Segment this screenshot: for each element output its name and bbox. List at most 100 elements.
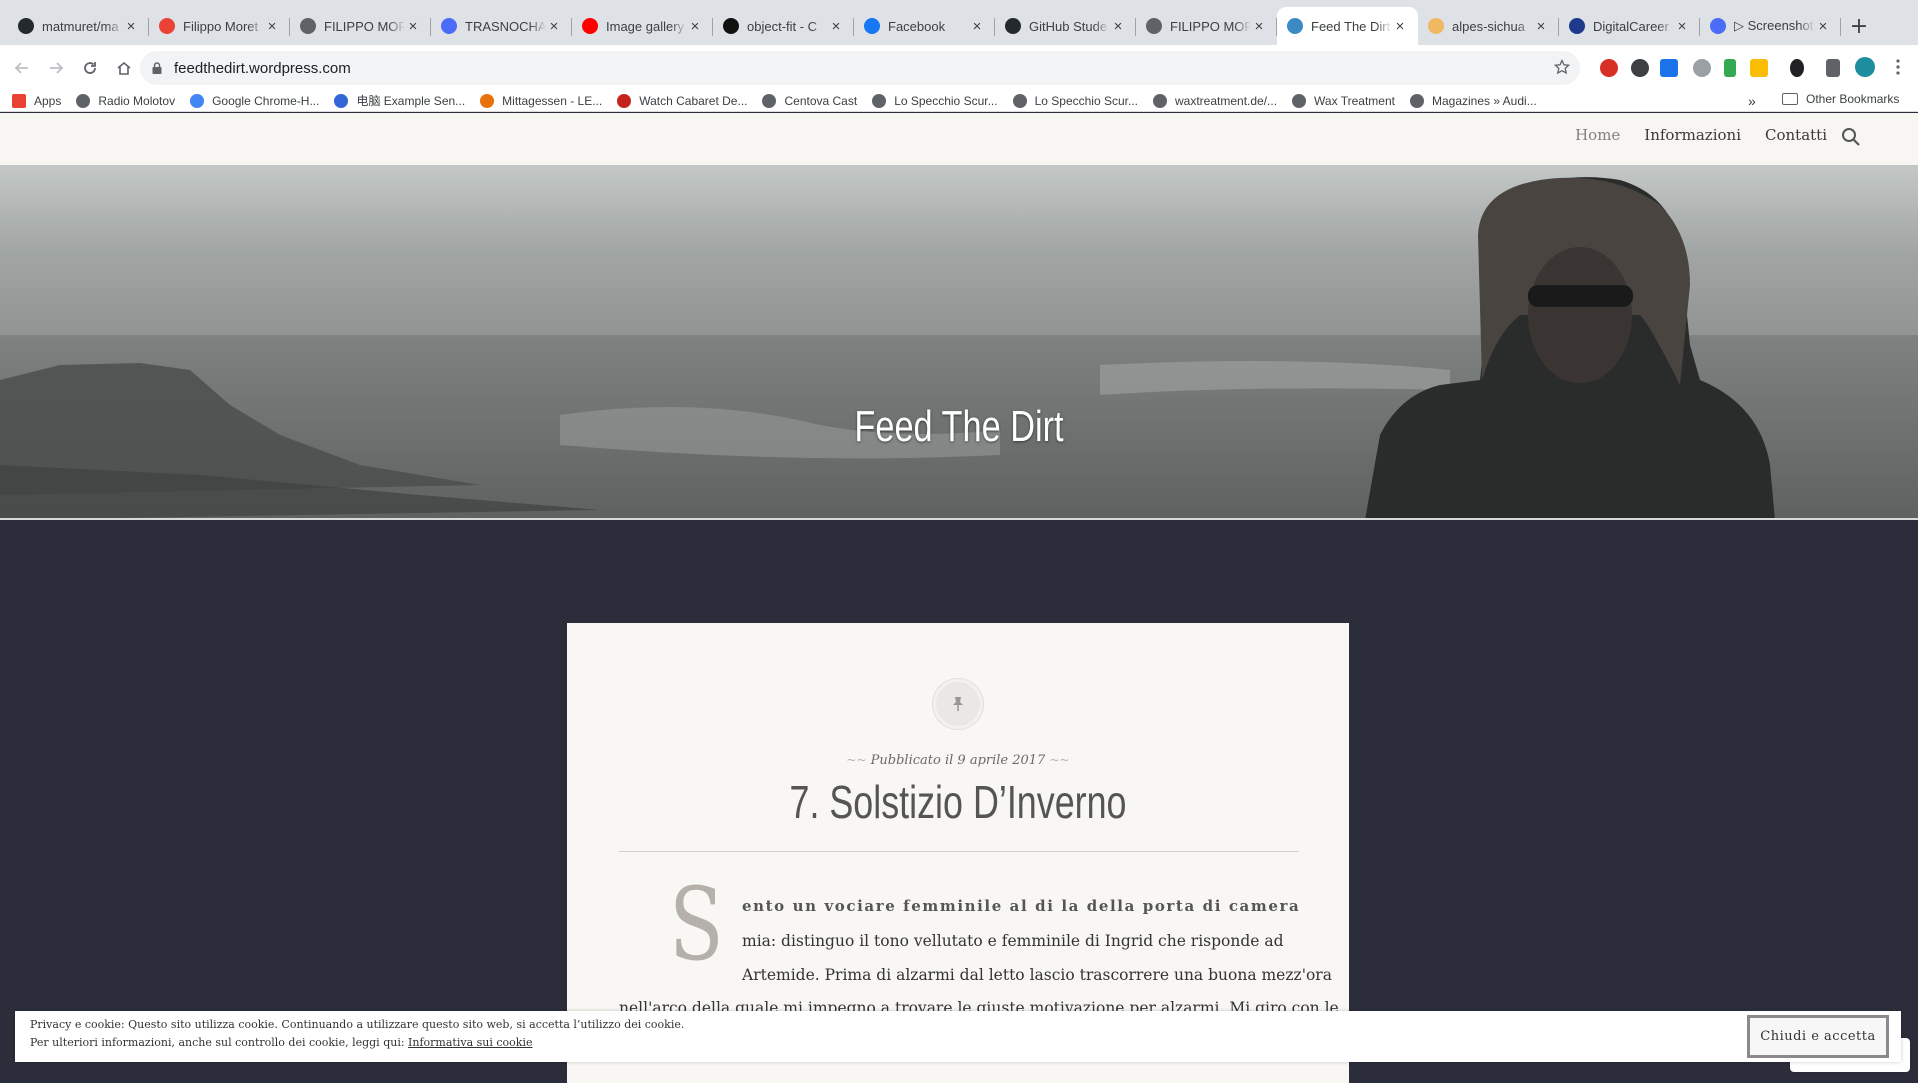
post-line-1: ento un vociare femminile al di la della… xyxy=(742,897,1301,915)
browser-toolbar: feedthedirt.wordpress.com xyxy=(0,45,1918,90)
close-icon[interactable]: × xyxy=(1674,18,1690,35)
extension-grey-icon[interactable] xyxy=(1693,59,1711,77)
bookmark-label: Apps xyxy=(34,93,62,108)
tab-title: Image gallery xyxy=(606,18,685,34)
bookmark-label: waxtreatment.de/... xyxy=(1175,93,1278,108)
bookmark-0[interactable]: Apps xyxy=(12,91,61,111)
other-bookmarks[interactable]: Other Bookmarks xyxy=(1782,92,1899,106)
profile-avatar[interactable] xyxy=(1855,57,1875,77)
bookmark-11[interactable]: Magazines » Audi... xyxy=(1409,91,1537,111)
extensions-puzzle-icon[interactable] xyxy=(1826,59,1840,77)
site-icon xyxy=(334,93,349,108)
tab-0[interactable]: matmuret/ma × xyxy=(8,7,149,45)
globe-icon xyxy=(1409,93,1424,108)
nav-informazioni[interactable]: Informazioni xyxy=(1644,126,1741,144)
close-icon[interactable]: × xyxy=(1110,18,1126,35)
tab-9[interactable]: Feed The Dirt × xyxy=(1277,7,1418,45)
close-icon[interactable]: × xyxy=(1815,18,1831,35)
c-logo-icon xyxy=(441,18,457,34)
close-icon[interactable]: × xyxy=(969,18,985,35)
nav-contatti[interactable]: Contatti xyxy=(1765,126,1827,144)
cookie-policy-link[interactable]: Informativa sui cookie xyxy=(408,1036,532,1049)
cookie-accept-button[interactable]: Chiudi e accetta xyxy=(1747,1015,1889,1058)
bookmark-3[interactable]: 电脑 Example Sen... xyxy=(334,91,465,111)
tab-title: FILIPPO MOR xyxy=(1170,18,1251,34)
bookmark-label: Lo Specchio Scur... xyxy=(1034,93,1138,108)
bookmark-6[interactable]: Centova Cast xyxy=(762,91,857,111)
drop-cap: S xyxy=(669,866,724,983)
bookmark-7[interactable]: Lo Specchio Scur... xyxy=(872,91,998,111)
bookmark-4[interactable]: Mittagessen - LE... xyxy=(480,91,602,111)
bookmark-label: Wax Treatment xyxy=(1314,93,1395,108)
tab-strip: matmuret/ma × Filippo Moret × FILIPPO MOR × TR… xyxy=(0,0,1918,45)
forward-button[interactable] xyxy=(40,52,72,84)
tab-3[interactable]: TRASNOCHA × xyxy=(431,7,572,45)
tab-title: object-fit - C xyxy=(747,18,818,34)
nav-home[interactable]: Home xyxy=(1575,126,1620,144)
post-date[interactable]: Pubblicato il 9 aprile 2017 xyxy=(871,753,1046,768)
tab-title: GitHub Stude xyxy=(1029,18,1108,34)
wordpress-icon xyxy=(1287,18,1303,34)
tab-12[interactable]: ▷ Screenshot × xyxy=(1700,7,1841,45)
post-title[interactable]: 7. Solstizio D’Inverno xyxy=(653,775,1263,829)
reload-button[interactable] xyxy=(74,52,106,84)
address-text: feedthedirt.wordpress.com xyxy=(174,59,351,77)
extension-black-icon[interactable] xyxy=(1790,59,1804,77)
globe-icon xyxy=(300,18,316,34)
extension-dark-icon[interactable] xyxy=(1631,59,1649,77)
site-title[interactable]: Feed The Dirt xyxy=(211,402,1707,452)
close-icon[interactable]: × xyxy=(1392,18,1408,35)
close-icon[interactable]: × xyxy=(123,18,139,35)
google-icon xyxy=(190,93,205,108)
extension-blue-icon[interactable] xyxy=(1660,59,1678,77)
ornament-right-icon: ~~ xyxy=(1049,753,1070,767)
close-icon[interactable]: × xyxy=(405,18,421,35)
tab-1[interactable]: Filippo Moret × xyxy=(149,7,290,45)
tab-4[interactable]: Image gallery × xyxy=(572,7,713,45)
close-icon[interactable]: × xyxy=(687,18,703,35)
bookmarks-overflow-button[interactable]: » xyxy=(1748,93,1756,109)
tab-5[interactable]: object-fit - C × xyxy=(713,7,854,45)
extension-color-icon[interactable] xyxy=(1750,59,1768,77)
site-header: Home Informazioni Contatti xyxy=(0,113,1918,165)
sticky-post-badge xyxy=(933,679,983,729)
tab-2[interactable]: FILIPPO MOR × xyxy=(290,7,431,45)
bookmark-1[interactable]: Radio Molotov xyxy=(76,91,175,111)
github-icon xyxy=(18,18,34,34)
close-icon[interactable]: × xyxy=(828,18,844,35)
back-button[interactable] xyxy=(6,52,38,84)
bookmark-star-icon[interactable] xyxy=(1554,59,1570,75)
tab-10[interactable]: alpes-sichua × xyxy=(1418,7,1559,45)
search-icon[interactable] xyxy=(1841,127,1861,147)
menu-dots-icon[interactable] xyxy=(1896,59,1900,77)
extension-pen-icon[interactable] xyxy=(1724,59,1736,77)
address-bar[interactable]: feedthedirt.wordpress.com xyxy=(140,51,1580,85)
home-icon xyxy=(117,61,131,75)
close-icon[interactable]: × xyxy=(1251,18,1267,35)
bookmark-10[interactable]: Wax Treatment xyxy=(1292,91,1395,111)
lock-icon xyxy=(152,62,162,74)
tab-8[interactable]: FILIPPO MOR × xyxy=(1136,7,1277,45)
tab-7[interactable]: GitHub Stude × xyxy=(995,7,1136,45)
tab-6[interactable]: Facebook × xyxy=(854,7,995,45)
bookmark-label: Google Chrome-H... xyxy=(212,93,320,108)
bookmark-5[interactable]: Watch Cabaret De... xyxy=(617,91,747,111)
bookmark-9[interactable]: waxtreatment.de/... xyxy=(1153,91,1277,111)
other-bookmarks-label: Other Bookmarks xyxy=(1806,92,1900,106)
new-tab-button[interactable]: + xyxy=(1841,7,1877,45)
tab-title: Filippo Moret xyxy=(183,18,259,34)
close-icon[interactable]: × xyxy=(264,18,280,35)
close-icon[interactable]: × xyxy=(546,18,562,35)
tab-title: Feed The Dirt xyxy=(1311,18,1391,34)
cookie-more-info-text: Per ulteriori informazioni, anche sul co… xyxy=(30,1036,409,1049)
tab-11[interactable]: DigitalCareer × xyxy=(1559,7,1700,45)
diamond-icon xyxy=(1428,18,1444,34)
bookmark-2[interactable]: Google Chrome-H... xyxy=(190,91,319,111)
bookmark-label: Lo Specchio Scur... xyxy=(894,93,998,108)
close-icon[interactable]: × xyxy=(1533,18,1549,35)
home-button[interactable] xyxy=(108,52,140,84)
hero-photo xyxy=(0,165,1918,518)
bookmark-8[interactable]: Lo Specchio Scur... xyxy=(1012,91,1138,111)
extension-red-icon[interactable] xyxy=(1600,59,1618,77)
globe-icon xyxy=(872,93,887,108)
